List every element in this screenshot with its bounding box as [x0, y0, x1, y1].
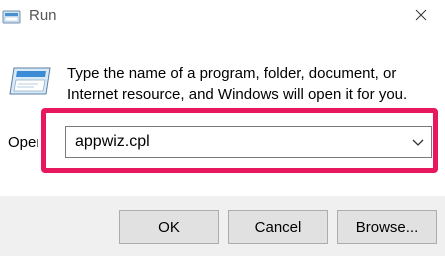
run-icon — [8, 66, 52, 96]
close-button[interactable] — [396, 0, 445, 34]
window-title: Run — [29, 7, 57, 24]
cancel-button[interactable]: Cancel — [228, 210, 328, 244]
run-icon — [2, 9, 22, 25]
browse-button[interactable]: Browse... — [337, 210, 437, 244]
ok-button[interactable]: OK — [119, 210, 219, 244]
open-input[interactable]: appwiz.cpl — [75, 133, 150, 151]
run-dialog: Run Type the name of a program, folder, … — [0, 0, 445, 256]
open-combobox[interactable]: appwiz.cpl — [65, 126, 432, 158]
instruction-text: Type the name of a program, folder, docu… — [67, 65, 408, 103]
title-bar[interactable]: Run — [0, 0, 445, 34]
open-label: Open: — [8, 134, 38, 151]
chevron-down-icon[interactable] — [411, 135, 425, 149]
close-icon — [415, 8, 427, 26]
